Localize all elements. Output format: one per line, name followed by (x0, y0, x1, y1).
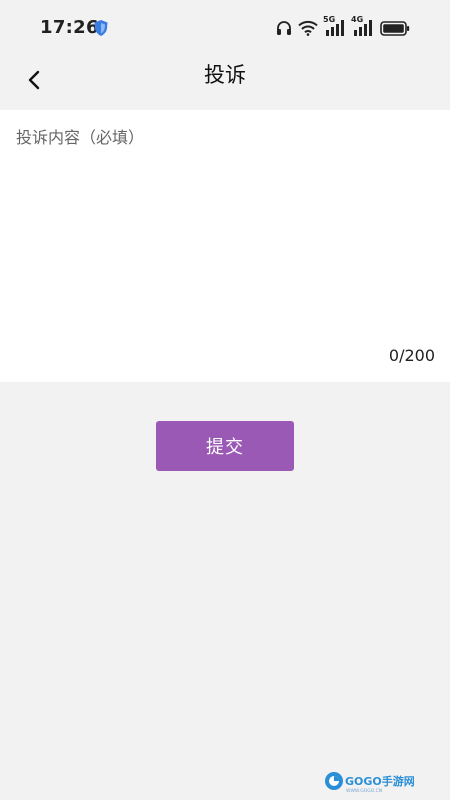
page-title: 投诉 (204, 63, 246, 87)
wifi-icon (298, 20, 318, 36)
signal-5g: 5G (323, 15, 346, 37)
svg-text:WWW.GOGO.CN: WWW.GOGO.CN (346, 788, 382, 794)
header-bar: 投诉 (0, 56, 450, 110)
battery-icon (380, 20, 410, 36)
status-icons: 5G 4G (276, 16, 410, 40)
shield-icon (94, 20, 108, 36)
status-bar: 17:26 5G 4G (0, 0, 450, 56)
status-time: 17:26 (40, 17, 99, 38)
network-label-4g: 4G (351, 15, 364, 24)
headphones-icon (277, 21, 291, 35)
character-counter: 0/200 (388, 346, 435, 365)
svg-text:GOGO手游网: GOGO手游网 (345, 774, 414, 788)
gogo-watermark-logo: GOGO手游网 WWW.GOGO.CN (325, 772, 414, 794)
network-label-5g: 5G (323, 15, 336, 24)
signal-4g: 4G (351, 15, 374, 37)
complaint-content-input[interactable] (14, 122, 438, 346)
submit-button[interactable]: 提交 (156, 421, 294, 471)
complaint-panel: 0/200 (0, 110, 450, 382)
